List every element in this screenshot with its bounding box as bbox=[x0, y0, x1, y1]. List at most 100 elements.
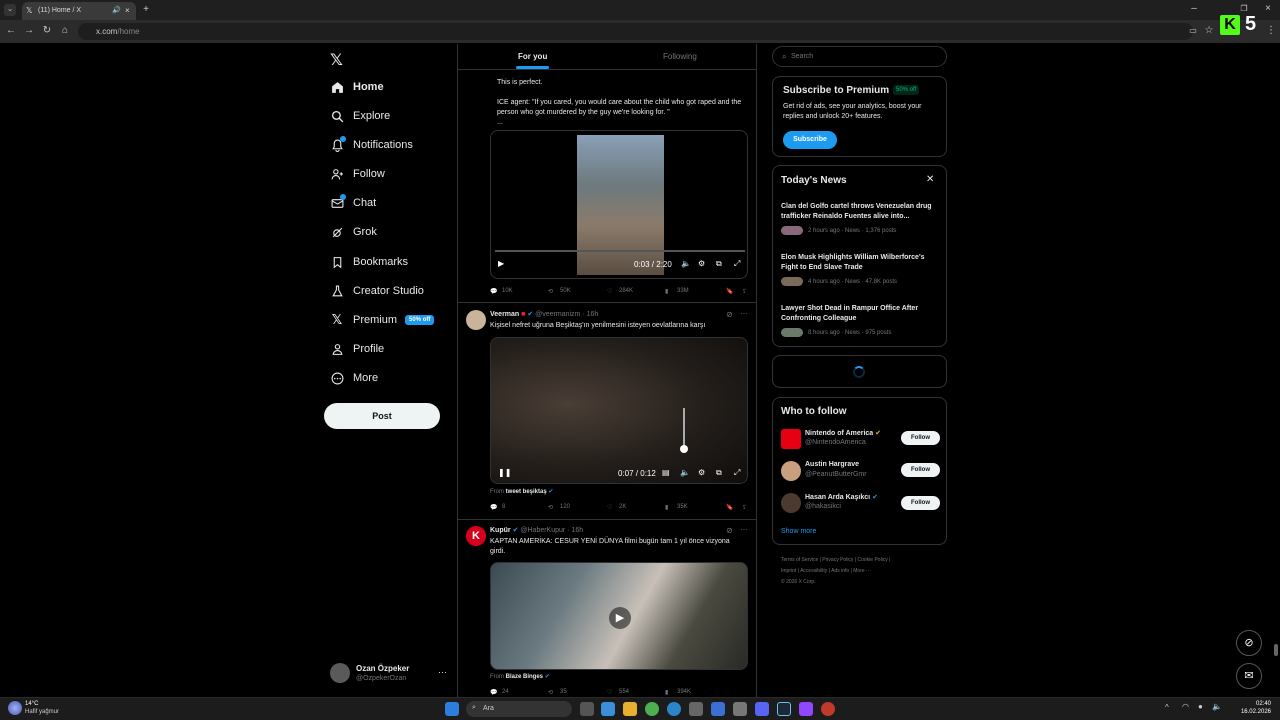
nav-explore[interactable]: Explore bbox=[330, 104, 390, 128]
tab-list-button[interactable]: ⌄ bbox=[4, 4, 16, 16]
news-item[interactable]: Elon Musk Highlights William Wilberforce… bbox=[781, 253, 941, 286]
file-explorer-icon[interactable] bbox=[623, 702, 637, 716]
twitch-icon[interactable] bbox=[799, 702, 813, 716]
browser-menu-icon[interactable]: ⋮ bbox=[1265, 25, 1277, 37]
x-logo-icon[interactable]: 𝕏 bbox=[330, 50, 343, 70]
repost-icon[interactable]: ⟲ bbox=[548, 689, 553, 696]
url-field[interactable]: x.com/home bbox=[78, 23, 1193, 40]
mic-icon[interactable]: ● bbox=[1198, 702, 1203, 711]
search-box[interactable]: ⌕ Search bbox=[772, 46, 947, 67]
views-icon[interactable]: ▮ bbox=[665, 288, 668, 295]
show-more-link[interactable]: Show more bbox=[781, 528, 816, 535]
start-icon[interactable] bbox=[445, 702, 459, 716]
minimize-button[interactable]: – bbox=[1188, 3, 1200, 15]
nav-chat[interactable]: Chat bbox=[330, 191, 376, 215]
tab-for-you[interactable]: For you bbox=[518, 52, 547, 61]
author-name[interactable]: Veerman bbox=[490, 311, 519, 318]
nav-notifications[interactable]: Notifications bbox=[330, 133, 413, 157]
suggest-name[interactable]: Austin Hargrave bbox=[805, 461, 859, 468]
account-name[interactable]: Ozan Özpeker bbox=[356, 664, 409, 673]
app-icon[interactable] bbox=[711, 702, 725, 716]
steam-icon[interactable] bbox=[777, 702, 791, 716]
pip-icon[interactable]: ⧉ bbox=[716, 259, 722, 269]
footer-links-row[interactable]: Terms of Service | Privacy Policy | Cook… bbox=[781, 555, 890, 566]
reply-icon[interactable]: 💬 bbox=[490, 689, 497, 696]
volume-slider[interactable] bbox=[683, 408, 685, 448]
subscribe-button[interactable]: Subscribe bbox=[783, 131, 837, 149]
nav-premium[interactable]: 𝕏 Premium 50% off bbox=[330, 308, 435, 332]
scrollbar-thumb[interactable] bbox=[1274, 644, 1278, 656]
captions-icon[interactable]: ▤ bbox=[662, 468, 670, 477]
grok-action-icon[interactable]: ⊘ bbox=[726, 310, 733, 319]
avatar[interactable]: K bbox=[466, 526, 486, 546]
more-icon[interactable]: ··· bbox=[740, 309, 748, 318]
author-handle[interactable]: @veermanizm bbox=[535, 311, 580, 318]
account-menu-icon[interactable]: ··· bbox=[438, 667, 447, 677]
copilot-icon[interactable] bbox=[601, 702, 615, 716]
suggest-name[interactable]: Hasan Arda Kaşıkcı ✔ bbox=[805, 493, 878, 501]
weather-icon[interactable] bbox=[8, 701, 22, 715]
edge-icon[interactable] bbox=[667, 702, 681, 716]
play-icon[interactable]: ▶ bbox=[609, 607, 631, 629]
nav-grok[interactable]: Grok bbox=[330, 220, 377, 244]
nav-bookmarks[interactable]: Bookmarks bbox=[330, 250, 408, 274]
settings-app-icon[interactable] bbox=[733, 702, 747, 716]
reply-icon[interactable]: 💬 bbox=[490, 288, 497, 295]
video-progress[interactable] bbox=[495, 250, 745, 252]
tray-chevron-icon[interactable]: ^ bbox=[1165, 703, 1169, 712]
forward-icon[interactable]: → bbox=[23, 25, 35, 37]
nav-follow[interactable]: Follow bbox=[330, 162, 385, 186]
news-item[interactable]: Lawyer Shot Dead in Rampur Office After … bbox=[781, 304, 941, 337]
app-icon[interactable] bbox=[821, 702, 835, 716]
browser-tab[interactable]: 𝕏 (11) Home / X 🔊 × bbox=[22, 2, 136, 20]
share-icon[interactable]: ⇪ bbox=[742, 504, 747, 511]
pip-icon[interactable]: ⧉ bbox=[716, 468, 722, 478]
pause-icon[interactable]: ❚❚ bbox=[498, 468, 511, 477]
bookmark-icon[interactable]: 🔖 bbox=[726, 288, 733, 295]
back-icon[interactable]: ← bbox=[5, 25, 17, 37]
suggest-name[interactable]: Nintendo of America ✔ bbox=[805, 429, 881, 437]
close-window-button[interactable]: × bbox=[1262, 3, 1274, 15]
nav-more[interactable]: More bbox=[330, 366, 378, 390]
source-name[interactable]: tweet beşiktaş bbox=[506, 489, 547, 495]
follow-button[interactable]: Follow bbox=[901, 463, 940, 477]
views-icon[interactable]: ▮ bbox=[665, 689, 668, 696]
avatar[interactable] bbox=[781, 429, 801, 449]
grok-action-icon[interactable]: ⊘ bbox=[726, 526, 733, 535]
video-player[interactable]: ▶ 0:03 / 2:20 🔈 ⚙ ⧉ ⤢ bbox=[490, 130, 748, 279]
tweet-time[interactable]: 16h bbox=[572, 527, 584, 534]
source-name[interactable]: Blaze Binges bbox=[506, 674, 543, 680]
play-icon[interactable]: ▶ bbox=[498, 259, 504, 268]
close-icon[interactable]: ✕ bbox=[926, 174, 934, 185]
follow-button[interactable]: Follow bbox=[901, 496, 940, 510]
task-view-icon[interactable] bbox=[580, 702, 594, 716]
volume-icon[interactable]: 🔈 bbox=[680, 468, 690, 477]
settings-icon[interactable]: ⚙ bbox=[698, 259, 705, 268]
repost-icon[interactable]: ⟲ bbox=[548, 504, 553, 511]
discord-icon[interactable] bbox=[755, 702, 769, 716]
grok-float-button[interactable]: ⊘ bbox=[1236, 630, 1262, 656]
reply-icon[interactable]: 💬 bbox=[490, 504, 497, 511]
avatar[interactable] bbox=[466, 310, 486, 330]
author-handle[interactable]: @HaberKupur bbox=[520, 527, 565, 534]
clock-time[interactable]: 02:40 bbox=[1241, 701, 1271, 707]
fullscreen-icon[interactable]: ⤢ bbox=[734, 468, 740, 478]
cast-icon[interactable]: ▭ bbox=[1187, 25, 1199, 37]
clock-date[interactable]: 16.02.2026 bbox=[1232, 709, 1271, 715]
volume-icon[interactable]: 🔈 bbox=[681, 259, 691, 268]
bookmark-icon[interactable]: 🔖 bbox=[726, 504, 733, 511]
like-icon[interactable]: ♡ bbox=[607, 689, 612, 696]
news-item[interactable]: Clan del Golfo cartel throws Venezuelan … bbox=[781, 202, 941, 235]
more-icon[interactable]: ··· bbox=[740, 525, 748, 534]
nav-home[interactable]: Home bbox=[330, 75, 384, 99]
share-icon[interactable]: ⇪ bbox=[742, 288, 747, 295]
home-browser-icon[interactable]: ⌂ bbox=[59, 25, 71, 37]
settings-icon[interactable]: ⚙ bbox=[698, 468, 705, 477]
avatar[interactable] bbox=[781, 461, 801, 481]
taskbar-search[interactable]: ⌕ Ara bbox=[466, 701, 572, 717]
new-tab-button[interactable]: + bbox=[140, 4, 152, 16]
repost-icon[interactable]: ⟲ bbox=[548, 288, 553, 295]
footer-links-row[interactable]: Imprint | Accessibility | Ads info | Mor… bbox=[781, 566, 890, 577]
store-icon[interactable] bbox=[689, 702, 703, 716]
reload-icon[interactable]: ↻ bbox=[41, 25, 53, 37]
